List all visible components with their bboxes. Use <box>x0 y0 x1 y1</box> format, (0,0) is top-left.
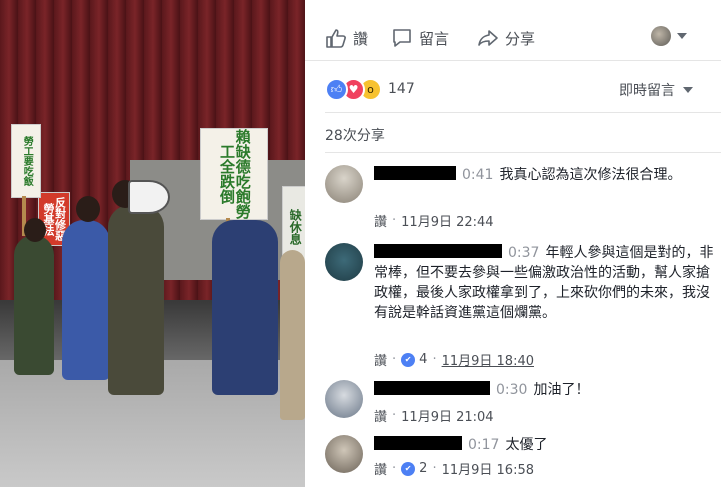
video-frame[interactable]: 賴缺德吃飽勞工全跌倒 反對修惡勞基法 勞工要吃飯 缺休息 <box>0 0 305 487</box>
like-reaction-icon: 👍︎ <box>325 77 348 101</box>
video-timecode[interactable]: 0:30 <box>496 382 527 398</box>
like-button[interactable]: 讚 <box>325 24 368 52</box>
reaction-count: 147 <box>388 81 415 97</box>
share-arrow-icon <box>478 30 498 46</box>
comment-text: 我真心認為這次修法很合理。 <box>499 167 682 183</box>
comment-like-count[interactable]: 2 <box>419 461 427 476</box>
sort-label: 即時留言 <box>619 83 675 99</box>
comment-meta: 讚 · ✔ 4 · 11月9日 18:40 <box>374 350 534 369</box>
comment-date[interactable]: 11月9日 21:04 <box>401 406 493 425</box>
comment-like-button[interactable]: 讚 <box>374 406 387 425</box>
protester <box>108 205 164 395</box>
comment-body: 0:17 太優了 <box>374 435 714 455</box>
comment-sort-dropdown[interactable]: 即時留言 <box>619 80 693 100</box>
commenter-name-redacted[interactable] <box>374 436 462 450</box>
reactions-summary[interactable]: 👍︎ ♥ o 147 <box>325 77 415 101</box>
protest-sign: 勞工要吃飯 <box>11 124 41 198</box>
commenter-name-redacted[interactable] <box>374 166 456 180</box>
share-label: 分享 <box>505 29 536 48</box>
comment-button[interactable]: 留言 <box>391 24 449 52</box>
comment-like-count[interactable]: 4 <box>419 352 427 367</box>
comment-like-button[interactable]: 讚 <box>374 211 387 230</box>
avatar[interactable] <box>325 380 363 418</box>
protester <box>280 250 305 420</box>
protester-head <box>76 196 100 222</box>
comment-body: 0:37 年輕人參與這個是對的，非常棒，但不要去參與一些偏激政治性的活動，幫人家搶… <box>374 243 714 323</box>
thumbs-up-icon <box>326 29 346 48</box>
comment-meta: 讚 · 11月9日 22:44 <box>374 211 494 230</box>
chevron-down-icon <box>683 87 693 93</box>
avatar <box>651 26 671 46</box>
commenter-name-redacted[interactable] <box>374 244 502 258</box>
protester-head <box>24 218 46 242</box>
protest-sign: 賴缺德吃飽勞工全跌倒 <box>200 128 268 220</box>
video-timecode[interactable]: 0:17 <box>468 437 499 453</box>
share-button[interactable]: 分享 <box>477 24 535 52</box>
action-bar: 讚 留言 分享 <box>305 0 721 61</box>
avatar[interactable] <box>325 243 363 281</box>
comment-bubble-icon <box>393 29 411 47</box>
comment-date[interactable]: 11月9日 18:40 <box>442 350 534 369</box>
comment-body: 0:30 加油了！ <box>374 380 714 400</box>
share-count-link[interactable]: 28次分享 <box>325 125 385 145</box>
comment-date[interactable]: 11月9日 22:44 <box>401 211 493 230</box>
video-timecode[interactable]: 0:41 <box>462 167 493 183</box>
like-label: 讚 <box>353 29 369 48</box>
commenter-name-redacted[interactable] <box>374 381 490 395</box>
video-timecode[interactable]: 0:37 <box>508 245 539 261</box>
avatar[interactable] <box>325 435 363 473</box>
like-reaction-icon: ✔ <box>401 352 416 367</box>
comment-meta: 讚 · ✔ 2 · 11月9日 16:58 <box>374 459 534 478</box>
comment-like-button[interactable]: 讚 <box>374 459 387 478</box>
comment-body: 0:41 我真心認為這次修法很合理。 <box>374 165 714 185</box>
comment-text: 加油了！ <box>533 382 590 398</box>
avatar[interactable] <box>325 165 363 203</box>
comment-panel: 讚 留言 分享 👍︎ ♥ o 147 即時留言 28次分享 0:41 我真心認為… <box>305 0 721 487</box>
comment-like-button[interactable]: 讚 <box>374 350 387 369</box>
chevron-down-icon <box>677 33 687 39</box>
divider <box>325 152 721 153</box>
comment-date[interactable]: 11月9日 16:58 <box>442 459 534 478</box>
protester <box>14 235 54 375</box>
comment-text: 太優了 <box>505 437 548 453</box>
comment-meta: 讚 · 11月9日 21:04 <box>374 406 494 425</box>
protester <box>212 220 278 395</box>
megaphone <box>128 180 170 214</box>
page-avatar-selector[interactable] <box>651 26 687 46</box>
protester <box>62 220 110 380</box>
divider <box>325 112 721 113</box>
comment-label: 留言 <box>419 29 450 48</box>
like-reaction-icon: ✔ <box>401 461 416 476</box>
